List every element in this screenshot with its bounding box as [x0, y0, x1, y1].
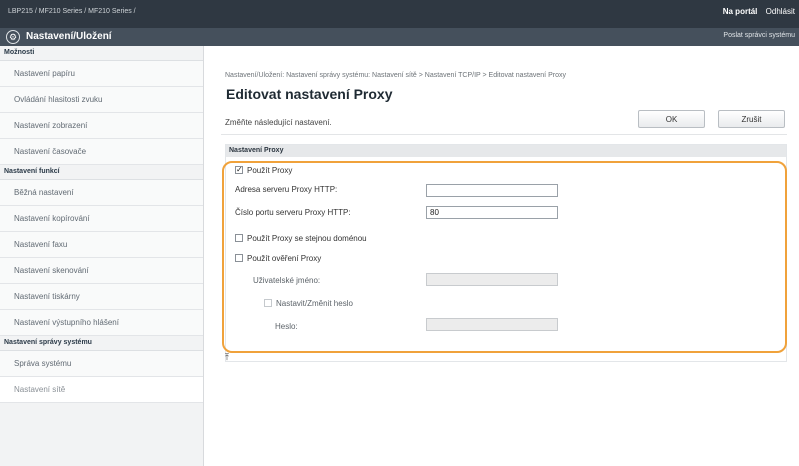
- breadcrumb: Nastavení/Uložení: Nastavení správy syst…: [225, 72, 566, 79]
- sidebar-item-display-settings[interactable]: Nastavení zobrazení: [0, 113, 203, 139]
- sidebar-section-system-management: Nastavení správy systému: [0, 336, 203, 351]
- sidebar-section-options: Možnosti: [0, 46, 203, 61]
- logout-link[interactable]: Odhlásit: [766, 7, 795, 16]
- app-title: Nastavení/Uložení: [26, 31, 112, 42]
- to-top-icon[interactable]: ⤒: [225, 352, 229, 363]
- sidebar-item-system-management[interactable]: Správa systému: [0, 351, 203, 377]
- sidebar-item-volume-control[interactable]: Ovládání hlasitosti zvuku: [0, 87, 203, 113]
- cancel-button[interactable]: Zrušit: [718, 110, 785, 128]
- sidebar-item-printer-settings[interactable]: Nastavení tiskárny: [0, 284, 203, 310]
- sidebar-item-timer-settings[interactable]: Nastavení časovače: [0, 139, 203, 165]
- top-bar: LBP215 / MF210 Series / MF210 Series / N…: [0, 0, 799, 28]
- highlight-frame: [222, 161, 787, 353]
- sidebar-section-function-settings: Nastavení funkcí: [0, 165, 203, 180]
- title-bar: ⚙ Nastavení/Uložení Poslat správci systé…: [0, 28, 799, 46]
- section-title: Nastavení Proxy: [226, 145, 786, 157]
- sidebar: Možnosti Nastavení papíru Ovládání hlasi…: [0, 46, 204, 466]
- sidebar-item-paper-settings[interactable]: Nastavení papíru: [0, 61, 203, 87]
- settings-icon: ⚙: [6, 30, 20, 44]
- portal-link[interactable]: Na portál: [723, 7, 758, 16]
- sidebar-item-common-settings[interactable]: Běžná nastavení: [0, 180, 203, 206]
- ok-button[interactable]: OK: [638, 110, 705, 128]
- instruction-text: Změňte následující nastavení.: [225, 118, 332, 127]
- sidebar-item-network-settings[interactable]: Nastavení sítě: [0, 377, 203, 403]
- divider: [221, 134, 787, 135]
- main-content: Nastavení/Uložení: Nastavení správy syst…: [213, 46, 799, 466]
- sidebar-item-fax-settings[interactable]: Nastavení faxu: [0, 232, 203, 258]
- send-to-admin-link[interactable]: Poslat správci systému: [723, 32, 795, 39]
- sidebar-item-scan-settings[interactable]: Nastavení skenování: [0, 258, 203, 284]
- product-name: LBP215 / MF210 Series / MF210 Series /: [8, 8, 136, 15]
- sidebar-item-copy-settings[interactable]: Nastavení kopírování: [0, 206, 203, 232]
- sidebar-item-report-settings[interactable]: Nastavení výstupního hlášení: [0, 310, 203, 336]
- page-title: Editovat nastavení Proxy: [226, 86, 393, 102]
- header-links: Na portál Odhlásit: [717, 7, 795, 16]
